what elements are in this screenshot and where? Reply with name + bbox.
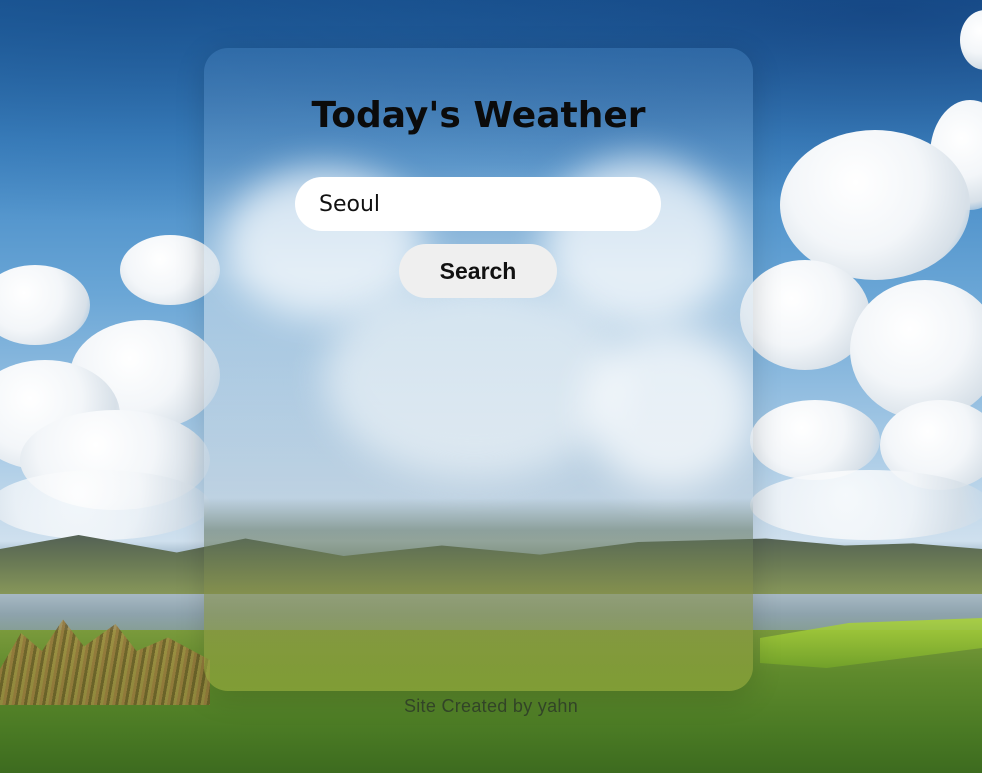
cloud bbox=[780, 130, 970, 280]
footer-credit: Site Created by yahn bbox=[403, 696, 579, 716]
cloud bbox=[750, 400, 880, 480]
cloud bbox=[850, 280, 982, 420]
city-search-input[interactable] bbox=[295, 177, 661, 231]
weather-card: Today's Weather Search bbox=[204, 48, 753, 691]
cloud bbox=[750, 470, 982, 540]
cloud bbox=[0, 265, 90, 345]
card-content: Today's Weather Search bbox=[204, 48, 753, 691]
cloud bbox=[0, 470, 210, 540]
search-button[interactable]: Search bbox=[399, 244, 557, 298]
page-title: Today's Weather bbox=[311, 95, 646, 136]
